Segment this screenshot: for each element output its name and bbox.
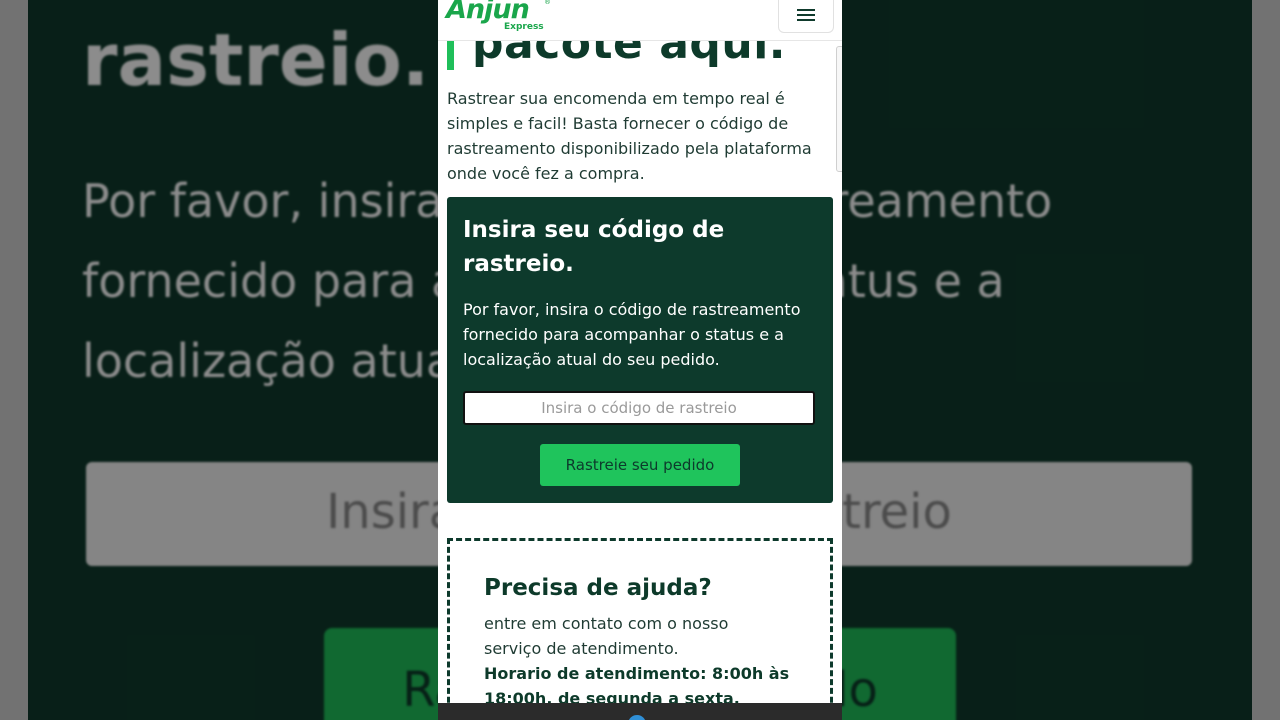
help-text: entre em contato com o nosso serviço de … (484, 614, 729, 658)
track-order-button[interactable]: Rastreie seu pedido (540, 444, 740, 486)
anjun-express-logo[interactable]: Anjun ® Express (446, 0, 556, 34)
help-card: Precisa de ajuda? entre em contato com o… (447, 538, 833, 720)
help-title: Precisa de ajuda? (484, 575, 712, 601)
tracking-card: Insira seu código de rastreio. Por favor… (447, 197, 833, 503)
edge-browser-icon[interactable] (628, 715, 646, 720)
tracking-title: Insira seu código de rastreio. (463, 217, 725, 277)
hero-intro-text: Rastrear sua encomenda em tempo real é s… (447, 89, 812, 183)
tracking-description: Por favor, insira o código de rastreamen… (463, 300, 801, 369)
hero-accent-bar (447, 40, 454, 70)
logo-registered-mark: ® (544, 0, 551, 6)
logo-subtitle: Express (504, 22, 544, 32)
tracking-code-input[interactable] (463, 391, 815, 425)
hamburger-menu-button[interactable] (778, 0, 834, 33)
phone-screen: Anjun ® Express pacote aqui. Rastrear su… (438, 0, 842, 720)
system-nav-bar (438, 703, 842, 720)
site-header: Anjun ® Express (438, 0, 842, 41)
scrollbar[interactable] (836, 46, 842, 172)
